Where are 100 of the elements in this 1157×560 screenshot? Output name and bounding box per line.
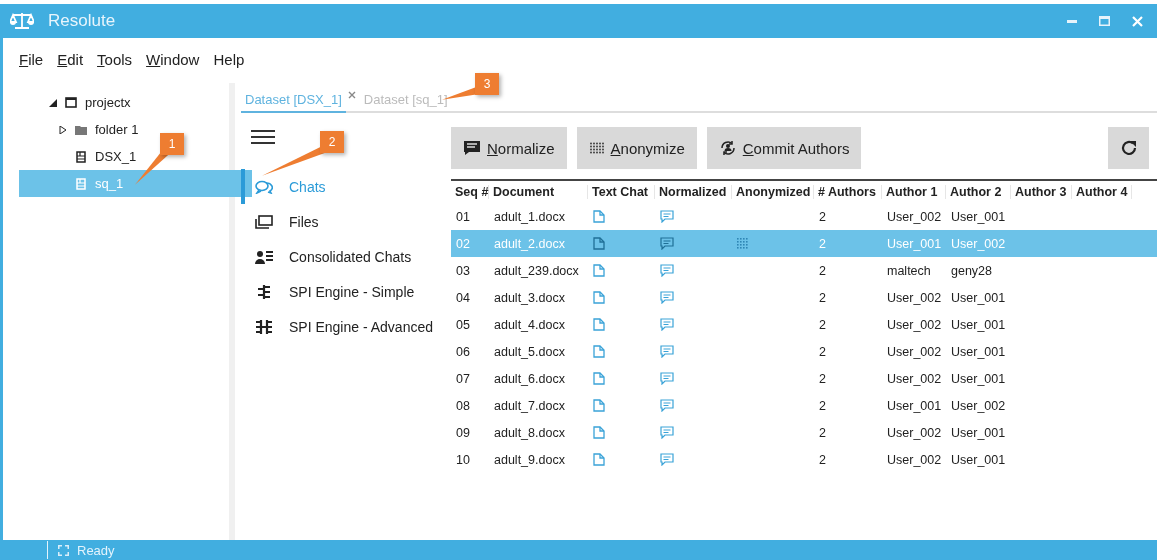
menu-icon[interactable] [251, 129, 275, 145]
menu-item[interactable]: Window [146, 51, 200, 83]
tree-item[interactable]: DSX_1 [19, 143, 143, 170]
nav-item[interactable]: Consolidated Chats [241, 239, 451, 274]
table-row[interactable]: 07 adult_6.docx 2 User_002 User_001 [451, 365, 1157, 392]
table-cell: adult_4.docx [494, 317, 565, 332]
column-header[interactable]: Author 3 [1011, 185, 1072, 199]
table-cell: 02 [456, 236, 470, 251]
column-header[interactable]: Author 2 [946, 185, 1011, 199]
network-icon [255, 283, 273, 300]
database-icon [75, 150, 87, 163]
table-row[interactable]: 08 adult_7.docx 2 User_001 User_002 [451, 392, 1157, 419]
database-icon [75, 177, 87, 190]
table-cell: 03 [456, 263, 470, 278]
table-row[interactable]: 04 adult_3.docx 2 User_002 User_001 [451, 284, 1157, 311]
table-row[interactable]: 06 adult_5.docx 2 User_002 User_001 [451, 338, 1157, 365]
toolbar-button[interactable]: Commit Authors [706, 127, 862, 169]
table-cell: User_002 [887, 371, 942, 386]
expander-icon[interactable] [59, 125, 67, 134]
table-cell: adult_5.docx [494, 344, 565, 359]
table-cell: 2 [819, 398, 826, 413]
table-cell: geny28 [951, 263, 992, 278]
table-cell: User_001 [951, 209, 1006, 224]
expand-icon [58, 544, 69, 556]
nav-item[interactable]: Files [241, 204, 451, 239]
column-header[interactable]: Author 1 [882, 185, 946, 199]
folder-icon [75, 124, 87, 135]
chat-bubbles-icon [255, 179, 273, 194]
table-cell: adult_9.docx [494, 452, 565, 467]
tree-item[interactable]: projectx [19, 89, 137, 116]
table-cell: User_002 [951, 236, 1006, 251]
menu-item[interactable]: Help [213, 51, 245, 83]
column-header[interactable]: Document [489, 185, 588, 199]
column-header[interactable]: Anonymized [732, 185, 814, 199]
nav-item[interactable]: SPI Engine - Advanced [241, 309, 451, 344]
table-row[interactable]: 09 adult_8.docx 2 User_002 User_001 [451, 419, 1157, 446]
table-cell: adult_1.docx [494, 209, 565, 224]
table-cell: User_002 [887, 209, 942, 224]
expander-icon[interactable] [49, 98, 57, 107]
table-row[interactable]: 01 adult_1.docx 2 User_002 User_001 [451, 203, 1157, 230]
table-cell: User_001 [951, 452, 1006, 467]
table-cell: User_002 [887, 452, 942, 467]
files-icon [255, 214, 273, 229]
table-cell: User_002 [887, 344, 942, 359]
refresh-icon [1119, 139, 1138, 157]
table-cell: 2 [819, 209, 826, 224]
table-cell: User_001 [887, 236, 942, 251]
table-cell: 01 [456, 209, 470, 224]
table-cell: adult_3.docx [494, 290, 565, 305]
status-text: Ready [77, 542, 115, 558]
table-cell: 07 [456, 371, 470, 386]
table-cell: 10 [456, 452, 470, 467]
column-header[interactable]: Seq # [451, 185, 489, 199]
table-cell: 09 [456, 425, 470, 440]
column-header[interactable]: # Authors [814, 185, 882, 199]
table-row[interactable]: 05 adult_4.docx 2 User_002 User_001 [451, 311, 1157, 338]
callout-badge: 2 [320, 131, 344, 153]
table-cell: 2 [819, 452, 826, 467]
table-cell: User_001 [951, 425, 1006, 440]
nav-item[interactable]: SPI Engine - Simple [241, 274, 451, 309]
network-icon [255, 318, 273, 335]
column-header[interactable]: Normalized [655, 185, 732, 199]
table-cell: 2 [819, 263, 826, 278]
toolbar-button[interactable]: Anonymize [576, 127, 697, 169]
dot-grid-icon [588, 141, 605, 155]
table-cell: User_002 [887, 425, 942, 440]
column-header[interactable]: Author 4 [1072, 185, 1132, 199]
table-cell: 2 [819, 371, 826, 386]
callout-badge: 3 [475, 73, 499, 95]
table-row[interactable]: 03 adult_239.docx 2 maltech geny28 [451, 257, 1157, 284]
person-cycle-icon [718, 139, 737, 157]
person-list-icon [255, 249, 273, 264]
table-cell: User_001 [951, 317, 1006, 332]
refresh-button[interactable] [1108, 127, 1149, 169]
table-cell: User_002 [887, 290, 942, 305]
table-cell: 04 [456, 290, 470, 305]
close-icon[interactable] [347, 91, 356, 99]
table-cell: 2 [819, 290, 826, 305]
table-cell: User_002 [951, 398, 1006, 413]
table-cell: User_001 [887, 398, 942, 413]
table-cell: 05 [456, 317, 470, 332]
column-header[interactable]: Text Chat [588, 185, 655, 199]
table-row[interactable]: 10 adult_9.docx 2 User_002 User_001 [451, 446, 1157, 473]
comment-icon [463, 140, 481, 156]
table-cell: 2 [819, 236, 826, 251]
menu-item[interactable]: Tools [97, 51, 133, 83]
menu-item[interactable]: File [19, 51, 44, 83]
table-cell: adult_239.docx [494, 263, 579, 278]
table-cell: User_002 [887, 317, 942, 332]
window-title: Resolute [48, 11, 116, 31]
table-cell: 2 [819, 317, 826, 332]
menu-item[interactable]: Edit [57, 51, 84, 83]
scales-icon [10, 12, 34, 30]
table-cell: User_001 [951, 290, 1006, 305]
table-cell: User_001 [951, 371, 1006, 386]
table-cell: adult_6.docx [494, 371, 565, 386]
tree-item[interactable]: folder 1 [19, 116, 145, 143]
toolbar-button[interactable]: Normalize [451, 127, 567, 169]
table-cell: 2 [819, 344, 826, 359]
table-cell: 06 [456, 344, 470, 359]
